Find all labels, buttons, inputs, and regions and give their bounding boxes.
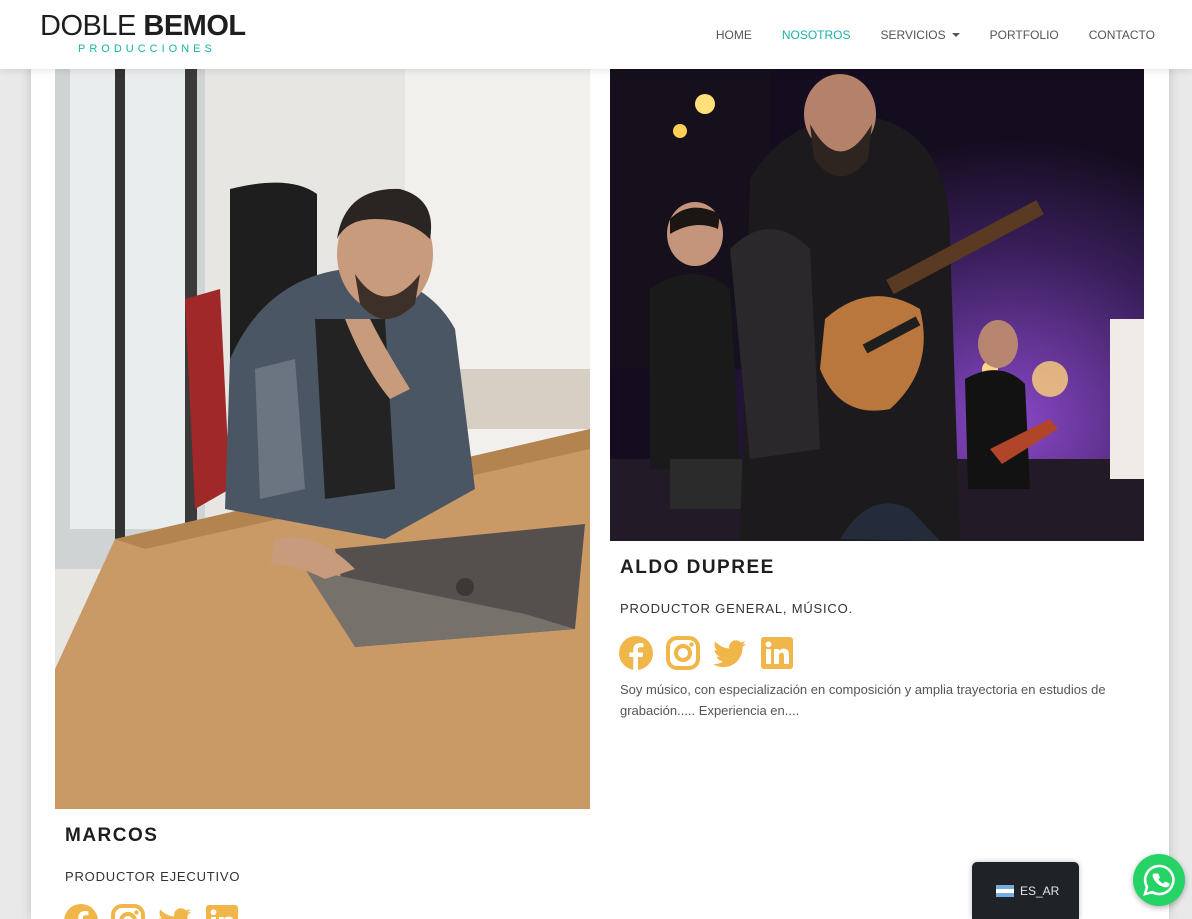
nav-servicios-label: SERVICIOS	[880, 27, 946, 42]
site-logo[interactable]: DOBLE BEMOL PRODUCCIONES	[40, 10, 256, 58]
language-label: ES_AR	[1020, 883, 1060, 898]
nav-contacto-label: CONTACTO	[1088, 27, 1155, 42]
whatsapp-icon	[1143, 864, 1175, 896]
twitter-icon[interactable]	[713, 636, 747, 670]
instagram-icon[interactable]	[666, 636, 700, 670]
team-photo-marcos	[55, 69, 590, 809]
logo-text-bemol: BEMOL	[143, 10, 246, 42]
team-role-aldo: PRODUCTOR GENERAL, MÚSICO.	[620, 601, 853, 616]
nav-nosotros[interactable]: NOSOTROS	[782, 28, 851, 42]
social-links-aldo	[619, 636, 807, 670]
instagram-icon[interactable]	[111, 904, 145, 919]
facebook-icon[interactable]	[619, 636, 653, 670]
linkedin-icon[interactable]	[760, 636, 794, 670]
whatsapp-button[interactable]	[1133, 854, 1185, 906]
nav-portfolio-label: PORTFOLIO	[989, 27, 1059, 42]
nav-home[interactable]: HOME	[716, 28, 752, 42]
social-links-marcos	[64, 904, 252, 919]
logo-subtitle: PRODUCCIONES	[78, 43, 216, 55]
nav-nosotros-label: NOSOTROS	[781, 27, 851, 42]
main-nav: HOME NOSOTROS SERVICIOS PORTFOLIO CONTAC…	[686, 0, 1155, 69]
team-bio-aldo: Soy músico, con especialización en compo…	[620, 682, 1106, 718]
team-name-marcos: MARCOS	[65, 825, 159, 846]
facebook-icon[interactable]	[64, 904, 98, 919]
nav-servicios[interactable]: SERVICIOS	[881, 28, 960, 42]
logo-text-doble: DOBLE	[40, 10, 144, 42]
nav-home-label: HOME	[715, 27, 752, 42]
team-name-aldo: ALDO DUPREE	[620, 557, 775, 578]
argentina-flag-icon	[996, 884, 1014, 897]
nav-contacto[interactable]: CONTACTO	[1089, 28, 1155, 42]
nav-portfolio[interactable]: PORTFOLIO	[990, 28, 1059, 42]
navbar: DOBLE BEMOL PRODUCCIONES HOME NOSOTROS S…	[0, 0, 1192, 69]
caret-down-icon	[951, 32, 960, 37]
linkedin-icon[interactable]	[205, 904, 239, 919]
twitter-icon[interactable]	[158, 904, 192, 919]
language-switcher[interactable]: ES_AR	[972, 862, 1079, 919]
team-role-marcos: PRODUCTOR EJECUTIVO	[65, 869, 241, 884]
team-photo-aldo	[610, 69, 1144, 541]
